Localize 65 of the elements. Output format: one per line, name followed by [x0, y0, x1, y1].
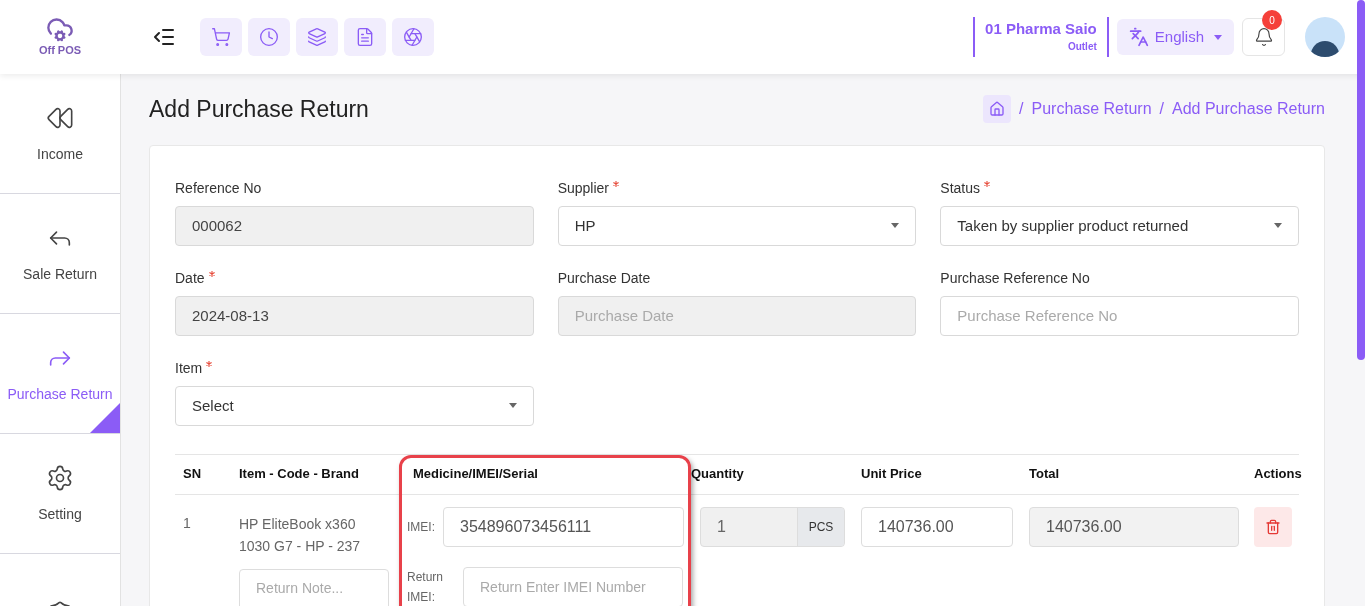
note-field[interactable]: Return Note... — [239, 568, 389, 606]
column-header: Unit Price — [861, 465, 923, 484]
page-title: Add Purchase Return — [149, 95, 369, 124]
settings-icon — [46, 463, 74, 492]
select-field[interactable]: Select — [175, 385, 534, 426]
toolbar-button[interactable] — [200, 18, 242, 56]
field-label: Purchase Date — [557, 268, 651, 288]
unit-price-field[interactable]: 140736.00 — [861, 506, 1013, 547]
caret-icon — [1274, 223, 1282, 228]
breadcrumb-separator: / — [1019, 99, 1024, 120]
field-label: Status — [940, 178, 981, 198]
return-imei-field[interactable]: Return Enter IMEI Number — [463, 566, 683, 606]
outlet-type: Outlet — [1067, 39, 1097, 54]
outlet-name: 01 Pharma Saio — [985, 20, 1097, 39]
quantity-field[interactable]: 1 PCS — [700, 506, 845, 547]
table-cell-text: 1 — [182, 513, 192, 533]
document-icon — [355, 27, 375, 47]
return-imei-label: Return IMEI: — [407, 568, 445, 606]
column-header: SN — [182, 465, 203, 484]
notification-badge: 0 — [1262, 10, 1282, 30]
language-button[interactable]: English — [1116, 19, 1234, 55]
sidebar-item[interactable]: Sale Return — [0, 194, 120, 314]
field-label: Date — [175, 268, 205, 288]
translate-icon — [1128, 27, 1149, 47]
column-header: Quantity — [691, 465, 745, 484]
select-field[interactable]: HP — [557, 205, 917, 246]
delete-button[interactable] — [1254, 506, 1292, 547]
select-field[interactable]: Taken by supplier product returned — [940, 205, 1299, 246]
bell-icon — [1253, 27, 1274, 47]
column-header: Actions — [1254, 465, 1303, 484]
clock-icon — [259, 27, 279, 47]
total-field[interactable]: 140736.00 — [1029, 506, 1239, 547]
aperture-icon — [403, 27, 423, 47]
caret-icon — [891, 223, 900, 228]
breadcrumb-link[interactable]: Add Purchase Return — [1172, 97, 1325, 122]
toolbar-button[interactable] — [248, 18, 290, 56]
toolbar-button[interactable] — [344, 18, 386, 56]
caret-icon — [508, 403, 517, 408]
field-label: Reference No — [175, 178, 262, 198]
cart-icon — [211, 27, 231, 47]
field-label: Supplier — [557, 178, 610, 198]
trash-icon — [1265, 518, 1281, 535]
input-field[interactable]: Purchase Reference No — [940, 295, 1299, 336]
table-cell-text: HP EliteBook x360 1030 G7 - HP - 237 — [239, 514, 362, 556]
home-icon — [989, 101, 1006, 118]
column-header: Item - Code - Brand — [239, 465, 360, 484]
avatar[interactable] — [1305, 17, 1345, 57]
toolbar-button[interactable] — [392, 18, 434, 56]
breadcrumb-separator: / — [1159, 99, 1164, 120]
unit-label: PCS — [797, 507, 844, 546]
breadcrumb-link[interactable]: Purchase Return — [1031, 97, 1152, 122]
home-button[interactable] — [983, 95, 1012, 124]
cloud-logo-icon — [46, 15, 74, 44]
imei-field[interactable]: 354896073456111 — [443, 506, 684, 547]
toolbar-button[interactable] — [296, 18, 338, 56]
layers-icon — [307, 27, 327, 47]
column-header: Total — [1029, 465, 1061, 484]
imei-label: IMEI: — [407, 518, 435, 536]
column-header: Medicine/IMEI/Serial — [412, 465, 539, 484]
logo-text: Off POS — [38, 42, 82, 58]
field-label: Item — [175, 358, 203, 378]
sidebar-item[interactable]: Income — [0, 74, 120, 194]
field-label: Purchase Reference No — [940, 268, 1090, 288]
sidebar-item[interactable]: Setting — [0, 434, 120, 554]
caret-icon — [1214, 34, 1222, 40]
